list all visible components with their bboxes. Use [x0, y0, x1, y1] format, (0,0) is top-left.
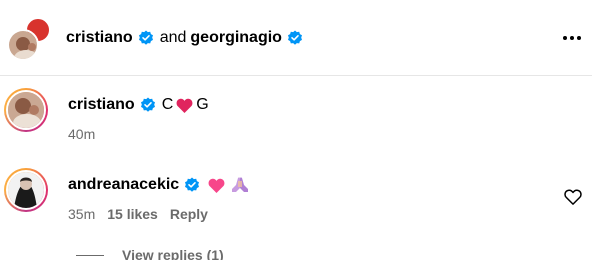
- avatar-photo: [8, 172, 44, 208]
- comment-time: 40m: [68, 126, 96, 142]
- avatar-photo: [9, 31, 37, 59]
- divider-line: [76, 254, 104, 256]
- username-georginagio[interactable]: georginagio: [190, 29, 282, 47]
- collab-title: cristiano and georginagio: [66, 27, 303, 49]
- verified-badge-icon: [287, 30, 302, 45]
- collab-conjunction: and: [159, 29, 187, 46]
- red-heart-icon: [176, 98, 193, 113]
- avatar-andreanacekic-story-ring[interactable]: [4, 168, 48, 212]
- collab-avatars[interactable]: [7, 17, 51, 61]
- folded-hands-icon: [232, 177, 249, 192]
- verified-badge-icon: [185, 177, 200, 192]
- verified-badge-icon: [140, 97, 155, 112]
- comment-item: andreanacekic 35m 15 likes Reply: [0, 168, 592, 232]
- comment-username[interactable]: andreanacekic: [68, 176, 179, 194]
- comment-text-before: C: [161, 96, 174, 113]
- comment-likes[interactable]: 15 likes: [107, 206, 158, 222]
- view-replies-button[interactable]: View replies (1): [76, 246, 224, 260]
- more-options-icon[interactable]: [560, 27, 584, 49]
- heart-outline-icon[interactable]: [564, 188, 582, 206]
- caption-comment: cristiano C G 40m: [0, 88, 592, 152]
- reply-button[interactable]: Reply: [170, 206, 208, 222]
- comment-text-after: G: [196, 96, 209, 113]
- post-header: cristiano and georginagio: [0, 0, 592, 76]
- verified-badge-icon: [138, 30, 153, 45]
- avatar-photo: [8, 92, 44, 128]
- view-replies-label: View replies (1): [122, 247, 224, 260]
- username-cristiano[interactable]: cristiano: [66, 29, 133, 47]
- comment-username[interactable]: cristiano: [68, 96, 135, 114]
- avatar-cristiano-story-ring[interactable]: [4, 88, 48, 132]
- avatar-cristiano[interactable]: [7, 29, 39, 61]
- comment-time: 35m: [68, 206, 96, 222]
- pink-heart-icon: [208, 178, 225, 193]
